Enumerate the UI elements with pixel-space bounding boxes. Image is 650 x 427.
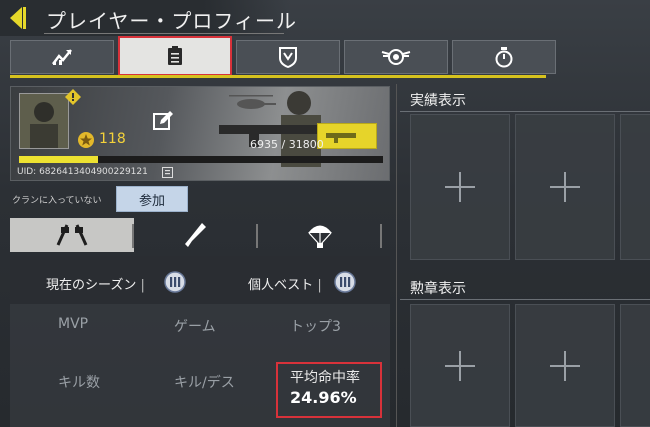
tab-multiplayer[interactable] [10,218,134,252]
tab-history[interactable] [451,40,556,74]
season-info-icon[interactable] [164,271,186,293]
edit-icon[interactable] [153,111,173,131]
stat-games-label: ゲーム [174,319,216,335]
achievements-underline [400,111,650,112]
stat-mvp-label: MVP [58,316,89,332]
mode-tabs [10,218,386,252]
medals-title: 勲章表示 [410,281,466,297]
header-bar: プレイヤー・プロフィール [0,0,296,36]
achievement-slot[interactable] [515,114,615,260]
achievement-slot[interactable] [410,114,510,260]
player-level: 118 [99,131,126,147]
parachute-icon [308,225,332,248]
stopwatch-icon [495,47,513,68]
medals-underline [400,299,650,300]
xp-progress-text: 6935 / 31800 [250,138,324,151]
plus-icon [550,350,580,381]
tab-record[interactable] [118,36,232,76]
best-info-icon[interactable] [334,271,356,293]
copy-icon[interactable] [162,167,173,178]
player-uid: UID: 6826413404900229121 [17,167,148,177]
tabs-accent-line [10,75,546,78]
current-season-label[interactable]: 現在のシーズン | [46,274,145,293]
medal-slot[interactable] [410,304,510,427]
tab-medals[interactable] [343,40,448,74]
stats-panel: 現在のシーズン | 個人ベスト | MVP ゲーム トップ3 キル数 キル/デス [10,256,390,427]
back-arrow-icon[interactable] [8,6,42,30]
title-underline [44,33,284,34]
plus-icon [550,172,580,202]
personal-best-text: 個人ベスト [248,278,314,293]
medal-slot[interactable] [515,304,615,427]
profile-tabs [10,36,560,76]
clan-row: クランに入っていない 参加 [10,184,390,214]
page-title: プレイヤー・プロフィール [46,9,297,33]
winged-badge-icon [381,49,411,65]
chart-icon [52,49,72,65]
panel-divider [396,84,397,427]
tab-stats[interactable] [10,40,115,74]
plus-icon [445,172,475,202]
current-season-text: 現在のシーズン [46,278,137,293]
tab-battle-royale[interactable] [134,218,258,252]
tab-zombies[interactable] [258,218,382,252]
stat-kills-label: キル数 [58,375,100,391]
xp-bar [19,156,383,163]
clan-status: クランに入っていない [12,196,102,206]
accuracy-highlight-box [276,362,382,418]
stats-header: 現在のシーズン | 個人ベスト | [10,256,390,304]
mode-separator [380,224,382,248]
profile-panel: 118 6935 / 31800 UID: 682641340490022912… [10,86,390,427]
multiplayer-icon [56,224,88,246]
join-clan-button[interactable]: 参加 [116,186,188,212]
battle-royale-icon [185,223,206,247]
achievement-slot[interactable] [620,114,650,260]
profile-card: 118 6935 / 31800 UID: 682641340490022912… [10,86,390,181]
medal-slot[interactable] [620,304,650,427]
plus-icon [445,350,475,381]
level-star-icon [78,132,94,148]
xp-bar-fill [19,156,99,163]
clipboard-icon [167,46,182,65]
tab-emblem[interactable] [235,40,340,74]
avatar[interactable] [19,93,69,149]
stat-kd-label: キル/デス [174,375,235,391]
shield-emblem-icon [278,47,297,68]
weapon-tag [317,123,377,149]
rank-badge-icon [65,89,81,105]
stat-top3-label: トップ3 [290,319,341,335]
personal-best-label[interactable]: 個人ベスト | [248,274,322,293]
achievements-title: 実績表示 [410,93,466,109]
